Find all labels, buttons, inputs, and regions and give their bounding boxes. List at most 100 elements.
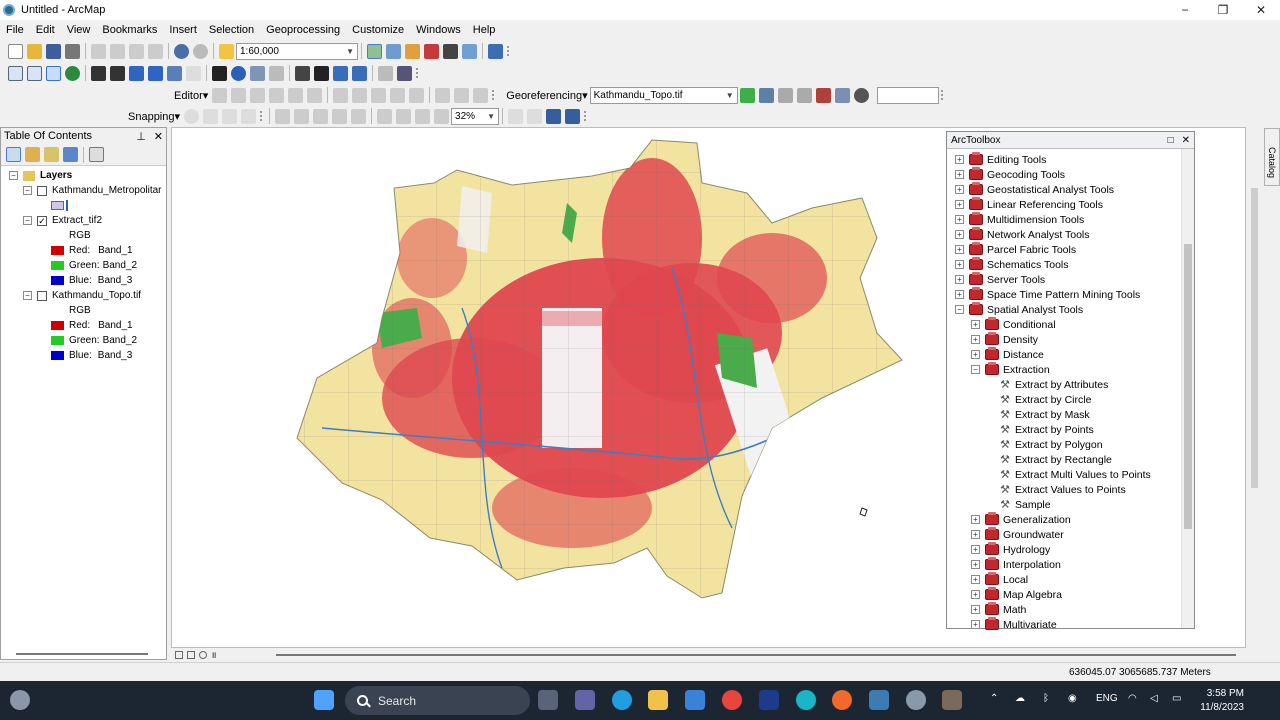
list-by-drawing-order-icon[interactable]	[6, 147, 21, 162]
layer-visibility-checkbox[interactable]	[37, 185, 47, 196]
clear-selection-icon[interactable]	[186, 65, 201, 81]
editor-toolbar-icon[interactable]	[367, 43, 382, 59]
tool-sample[interactable]: ⚒ Sample	[999, 497, 1051, 512]
toolset-groundwater[interactable]: + Groundwater	[971, 527, 1064, 542]
undo-icon[interactable]	[174, 43, 189, 59]
whats-this-icon[interactable]	[488, 43, 503, 59]
raster-fit-icon[interactable]	[351, 108, 367, 124]
menu-geoprocessing[interactable]: Geoprocessing	[266, 24, 340, 36]
table-of-contents-icon[interactable]	[386, 43, 401, 59]
layers-root[interactable]: − Layers	[9, 168, 72, 183]
find-icon[interactable]	[314, 65, 329, 81]
zoom-percent-combo[interactable]: 32% ▼	[451, 107, 500, 125]
menu-file[interactable]: File	[6, 24, 24, 36]
file-explorer-icon[interactable]	[648, 690, 668, 710]
save-icon[interactable]	[46, 43, 61, 59]
minimize-button[interactable]: −	[1166, 0, 1204, 20]
tool-extract-by-points[interactable]: ⚒ Extract by Points	[999, 422, 1094, 437]
expand-icon[interactable]: +	[955, 155, 964, 164]
rotate-dropdown-icon[interactable]	[853, 87, 869, 103]
toolset-local[interactable]: + Local	[971, 572, 1028, 587]
go-forward-icon[interactable]	[148, 65, 163, 81]
expand-icon[interactable]: +	[971, 575, 980, 584]
list-by-visibility-icon[interactable]	[44, 147, 59, 162]
l-app-icon[interactable]	[759, 690, 779, 710]
collapse-icon[interactable]: −	[23, 216, 32, 225]
toc-pin-icon[interactable]: ⊥	[136, 131, 146, 143]
create-features-icon[interactable]	[473, 87, 489, 103]
toolset-hydrology[interactable]: + Hydrology	[971, 542, 1050, 557]
raster-pan-icon[interactable]	[294, 108, 310, 124]
expand-icon[interactable]: +	[955, 260, 964, 269]
cut-icon[interactable]	[91, 43, 106, 59]
maximize-panel-icon[interactable]: □	[1168, 135, 1174, 146]
layer-visibility-checkbox[interactable]	[37, 290, 47, 301]
toolset-space-time-pattern-mining-tools[interactable]: + Space Time Pattern Mining Tools	[955, 287, 1140, 302]
model-builder-icon[interactable]	[462, 43, 477, 59]
expand-icon[interactable]: +	[955, 170, 964, 179]
map-vertical-scrollbar[interactable]	[1248, 128, 1262, 648]
toolset-parcel-fabric-tools[interactable]: + Parcel Fabric Tools	[955, 242, 1076, 257]
onedrive-icon[interactable]: ☁	[1015, 693, 1025, 704]
split-icon[interactable]	[390, 87, 406, 103]
rotate-icon[interactable]	[409, 87, 425, 103]
georef-layer-combo[interactable]: Kathmandu_Topo.tif ▼	[589, 86, 738, 104]
collapse-icon[interactable]: −	[23, 291, 32, 300]
tool-extract-by-circle[interactable]: ⚒ Extract by Circle	[999, 392, 1091, 407]
expand-icon[interactable]: +	[955, 245, 964, 254]
task-view-icon[interactable]	[538, 690, 558, 710]
point-snapping-icon[interactable]	[184, 108, 200, 124]
map-horizontal-scrollbar[interactable]	[276, 654, 1236, 656]
catalog-side-tab[interactable]: Catalog	[1264, 128, 1280, 186]
expand-icon[interactable]: +	[971, 560, 980, 569]
layout-view-button[interactable]	[187, 651, 195, 659]
mail-icon[interactable]	[685, 690, 705, 710]
zoom-in-icon[interactable]	[8, 65, 23, 81]
measure-icon[interactable]	[295, 65, 310, 81]
polygon-symbol[interactable]	[51, 198, 68, 213]
menu-selection[interactable]: Selection	[209, 24, 254, 36]
add-control-points-icon[interactable]	[739, 87, 755, 103]
expand-icon[interactable]: +	[955, 215, 964, 224]
publish-icon[interactable]	[546, 108, 562, 124]
toc-layer-extract-tif2[interactable]: − ✓ Extract_tif2	[23, 213, 102, 228]
paste-icon[interactable]	[129, 43, 144, 59]
map-scale-combo[interactable]: 1:60,000 ▼	[236, 42, 358, 60]
raster-zoom-icon[interactable]	[313, 108, 329, 124]
toolset-conditional[interactable]: + Conditional	[971, 317, 1056, 332]
start-button-icon[interactable]	[314, 690, 334, 710]
georef-rotation-input[interactable]	[876, 86, 939, 104]
menu-edit[interactable]: Edit	[36, 24, 55, 36]
delete-icon[interactable]	[148, 43, 163, 59]
chrome-icon[interactable]	[722, 690, 742, 710]
edit-annotation-icon[interactable]	[231, 87, 247, 103]
toolset-density[interactable]: + Density	[971, 332, 1038, 347]
arccatalog-icon[interactable]	[906, 690, 926, 710]
toolset-network-analyst-tools[interactable]: + Network Analyst Tools	[955, 227, 1090, 242]
tool-extract-values-to-points[interactable]: ⚒ Extract Values to Points	[999, 482, 1126, 497]
raster-first-icon[interactable]	[377, 108, 393, 124]
arctoolbox-icon[interactable]	[424, 43, 439, 59]
maximize-button[interactable]: ❐	[1204, 0, 1242, 20]
select-elements-icon[interactable]	[212, 65, 227, 81]
menu-windows[interactable]: Windows	[416, 24, 461, 36]
python-window-icon[interactable]	[443, 43, 458, 59]
expand-icon[interactable]: +	[971, 590, 980, 599]
expand-icon[interactable]: +	[971, 350, 980, 359]
toolset-generalization[interactable]: + Generalization	[971, 512, 1071, 527]
reshape-icon[interactable]	[352, 87, 368, 103]
raster-last-icon[interactable]	[434, 108, 450, 124]
snipping-tool-icon[interactable]	[942, 690, 962, 710]
expand-icon[interactable]: +	[955, 200, 964, 209]
expand-icon[interactable]: +	[971, 515, 980, 524]
menu-help[interactable]: Help	[473, 24, 496, 36]
straight-segment-icon[interactable]	[250, 87, 266, 103]
menu-bookmarks[interactable]: Bookmarks	[102, 24, 157, 36]
fixed-zoom-in-icon[interactable]	[91, 65, 106, 81]
wifi-icon[interactable]: ◠	[1128, 693, 1137, 704]
language-indicator[interactable]: ENG	[1096, 693, 1118, 704]
identify-icon[interactable]	[231, 65, 246, 81]
close-panel-icon[interactable]: ✕	[1182, 135, 1190, 146]
point-icon[interactable]	[307, 87, 323, 103]
list-by-source-icon[interactable]	[25, 147, 40, 162]
